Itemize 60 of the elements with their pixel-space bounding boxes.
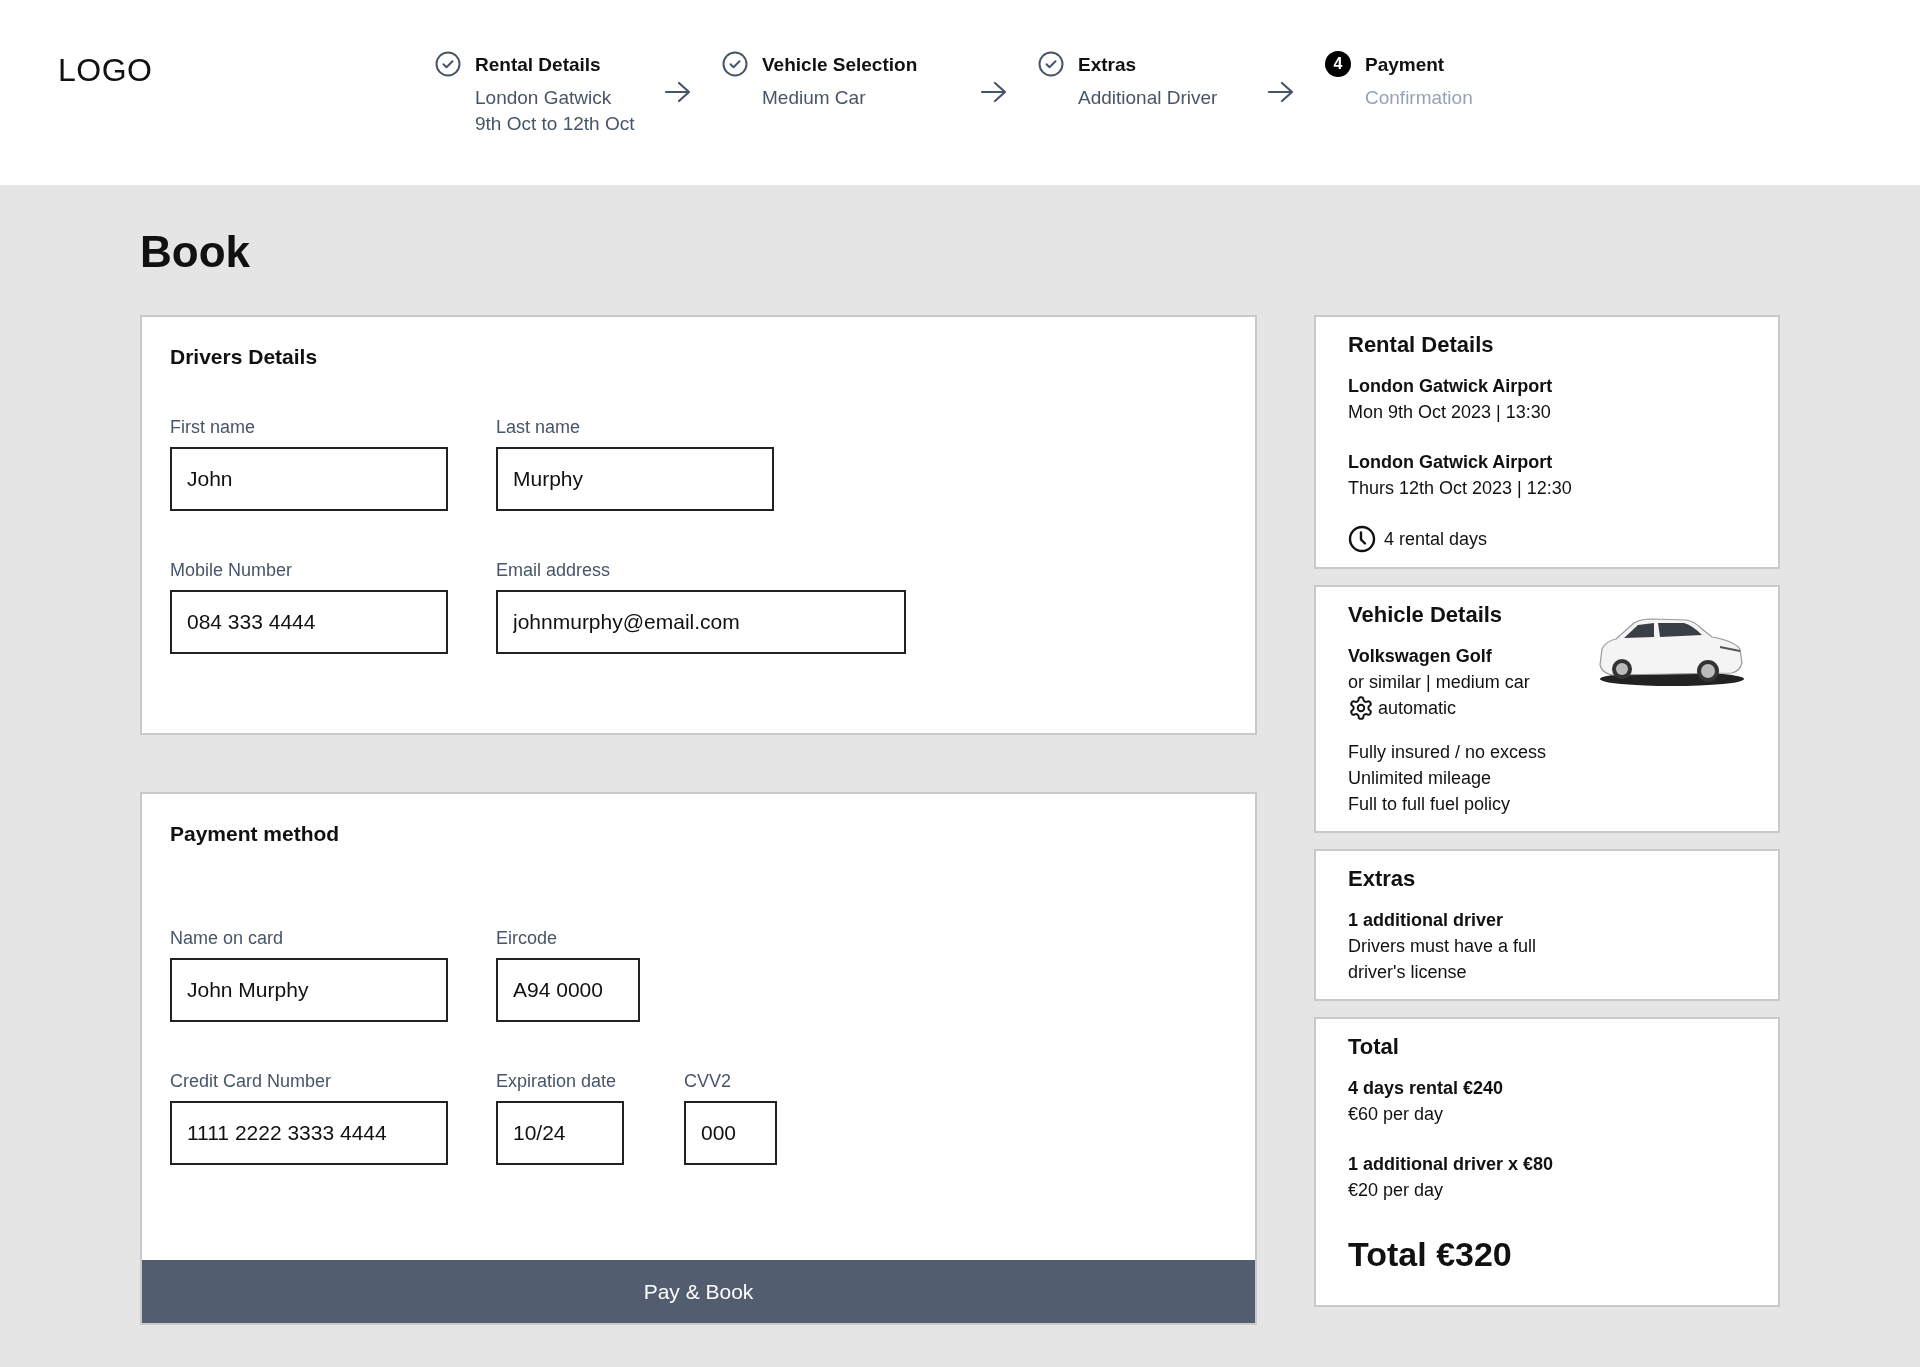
date-time: Mon 9th Oct 2023 | 13:30 — [1348, 401, 1552, 424]
card-title: Total — [1348, 1033, 1400, 1061]
page-title: Book — [140, 226, 251, 278]
logo: LOGO — [58, 52, 154, 89]
step-title: Rental Details — [475, 53, 602, 77]
location: London Gatwick Airport — [1348, 451, 1554, 474]
field-label: Eircode — [496, 927, 559, 949]
vehicle-feature: Fully insured / no excess — [1348, 741, 1548, 764]
step-title: Extras — [1078, 53, 1138, 77]
rental-duration: 4 rental days — [1384, 528, 1488, 551]
step-detail: London Gatwick — [475, 86, 613, 110]
step-number: 4 — [1325, 51, 1351, 77]
step-title: Vehicle Selection — [762, 53, 919, 77]
input-field[interactable]: 000 — [684, 1101, 777, 1165]
step-detail: Confirmation — [1365, 86, 1473, 110]
field-label: Credit Card Number — [170, 1070, 333, 1092]
vehicle-feature: Full to full fuel policy — [1348, 793, 1512, 816]
price-line: 4 days rental €240 — [1348, 1077, 1505, 1100]
vehicle-feature: Unlimited mileage — [1348, 767, 1493, 790]
price-note: €20 per day — [1348, 1179, 1445, 1202]
gear-icon — [1348, 695, 1374, 721]
field-label: Last name — [496, 416, 582, 438]
field-label: Expiration date — [496, 1070, 618, 1092]
location: London Gatwick Airport — [1348, 375, 1554, 398]
clock-icon — [1348, 525, 1376, 553]
field-label: CVV2 — [684, 1070, 733, 1092]
step-detail: Additional Driver — [1078, 86, 1219, 110]
card-title: Rental Details — [1348, 331, 1495, 359]
field-label: Email address — [496, 559, 612, 581]
input-field[interactable]: 10/24 — [496, 1101, 624, 1165]
price-note: €60 per day — [1348, 1103, 1445, 1126]
card-title: Extras — [1348, 865, 1417, 893]
vehicle-model: Volkswagen Golf — [1348, 645, 1493, 668]
extra-note: Drivers must have a full driver's license — [1348, 935, 1538, 984]
input-field[interactable]: 084 333 4444 — [170, 590, 448, 654]
input-field[interactable]: John — [170, 447, 448, 511]
step-title: Payment — [1365, 53, 1446, 77]
arrow-right-icon — [1267, 80, 1295, 104]
arrow-right-icon — [664, 80, 692, 104]
input-field[interactable]: johnmurphy@email.com — [496, 590, 906, 654]
transmission: automatic — [1378, 697, 1457, 720]
card-title: Drivers Details — [170, 344, 319, 370]
input-field[interactable]: Murphy — [496, 447, 774, 511]
input-field[interactable]: A94 0000 — [496, 958, 640, 1022]
pay-and-book-button[interactable]: Pay & Book — [142, 1260, 1255, 1323]
price-line: 1 additional driver x €80 — [1348, 1153, 1555, 1176]
arrow-right-icon — [980, 80, 1008, 104]
input-field[interactable]: John Murphy — [170, 958, 448, 1022]
card-title: Payment method — [170, 821, 341, 847]
input-field[interactable]: 1111 2222 3333 4444 — [170, 1101, 448, 1165]
total-price: Total €320 — [1348, 1234, 1513, 1275]
step-detail: Medium Car — [762, 86, 867, 110]
extra-name: 1 additional driver — [1348, 909, 1505, 932]
vehicle-category: or similar | medium car — [1348, 671, 1530, 694]
field-label: Name on card — [170, 927, 285, 949]
date-time: Thurs 12th Oct 2023 | 12:30 — [1348, 477, 1573, 500]
step-detail: 9th Oct to 12th Oct — [475, 112, 636, 136]
field-label: Mobile Number — [170, 559, 294, 581]
card-title: Vehicle Details — [1348, 601, 1504, 629]
field-label: First name — [170, 416, 257, 438]
